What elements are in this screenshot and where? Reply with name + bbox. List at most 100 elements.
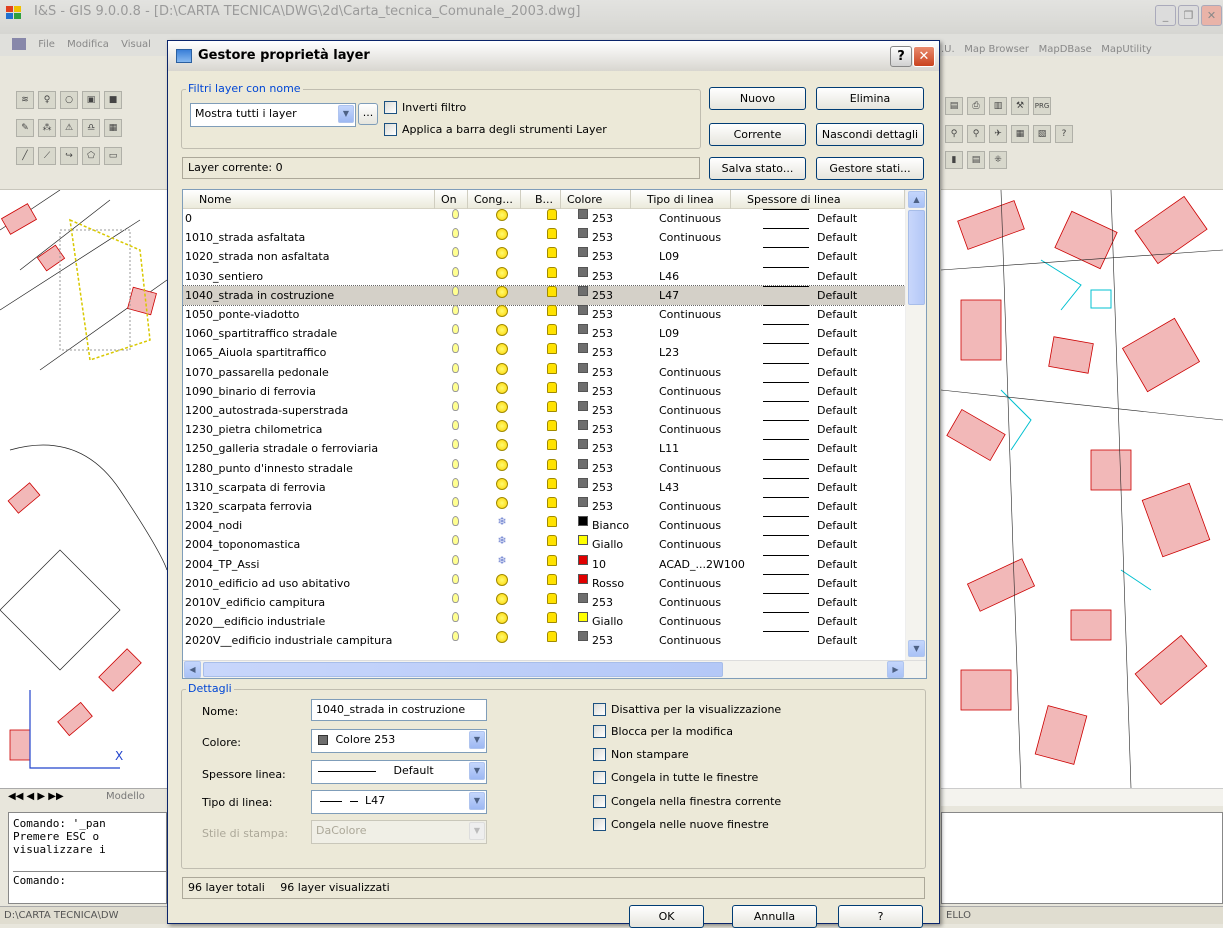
command-line-right[interactable] — [941, 812, 1223, 904]
layer-color[interactable]: 253 — [592, 459, 613, 478]
layer-lineweight[interactable]: Default — [817, 439, 857, 458]
layer-row[interactable]: 2004_toponomastica ❄ Giallo Continuous Defau… — [183, 535, 905, 554]
layer-row[interactable]: 1010_strada asfaltata 253 Continuous Defaul… — [183, 228, 905, 247]
chart-icon[interactable]: ▥ — [989, 97, 1007, 115]
layer-color[interactable]: 253 — [592, 209, 613, 228]
sun-thaw-icon[interactable] — [496, 247, 508, 260]
layer-lineweight[interactable]: Default — [817, 343, 857, 362]
set-current-button[interactable]: Corrente — [709, 123, 806, 146]
color-swatch-icon[interactable] — [578, 285, 588, 296]
layers-icon[interactable]: ≋ — [16, 91, 34, 109]
layer-row[interactable]: 1065_Aiuola spartitraffico 253 L23 Default — [183, 343, 905, 362]
bulb-on-icon[interactable] — [452, 401, 459, 411]
map-view-left[interactable]: X — [0, 190, 167, 788]
layer-linetype[interactable]: Continuous — [659, 228, 721, 247]
unlock-icon[interactable] — [547, 209, 557, 220]
bulb-icon[interactable]: ♀ — [38, 91, 56, 109]
delete-layer-button[interactable]: Elimina — [816, 87, 924, 110]
layer-row[interactable]: 1310_scarpata di ferrovia 253 L43 Default — [183, 477, 905, 497]
layer-row[interactable]: 1090_binario di ferrovia 253 Continuous Def… — [183, 381, 905, 401]
layer-linetype[interactable]: L47 — [659, 286, 679, 305]
layer-row[interactable]: 2004_nodi ❄ Bianco Continuous Default — [183, 516, 905, 535]
menu-maputility[interactable]: MapUtility — [1101, 44, 1152, 55]
layer-row[interactable]: 1280_punto d'innesto stradale 253 Continuo… — [183, 458, 905, 478]
sun-thaw-icon[interactable] — [496, 573, 508, 586]
table-icon[interactable]: ▤ — [967, 151, 985, 169]
unlock-icon[interactable] — [547, 497, 557, 508]
sun-thaw-icon[interactable] — [496, 631, 508, 644]
layer-linetype[interactable]: ACAD_...2W100 — [659, 555, 745, 574]
unlock-icon[interactable] — [547, 535, 557, 547]
layer-row[interactable]: 2010V_edificio campitura 253 Continuous Def… — [183, 593, 905, 612]
unlock-icon[interactable] — [547, 477, 557, 489]
layer-linetype[interactable]: Continuous — [659, 497, 721, 516]
color-swatch-icon[interactable] — [578, 554, 588, 565]
layer-row[interactable]: 2020__edificio industriale Giallo Continuo… — [183, 612, 905, 631]
layer-list-hscroll[interactable]: ◀ ▶ — [183, 660, 926, 678]
bulb-on-icon[interactable] — [452, 477, 459, 488]
cmd-prompt[interactable]: Comando: — [13, 871, 166, 887]
layer-linetype[interactable]: Continuous — [659, 305, 721, 324]
unlock-icon[interactable] — [547, 458, 557, 470]
col-linetype-header[interactable]: Tipo di linea — [631, 190, 731, 209]
save-state-button[interactable]: Salva stato... — [709, 157, 806, 180]
layer-linetype[interactable]: Continuous — [659, 516, 721, 535]
color-swatch-icon[interactable] — [578, 458, 588, 469]
invert-filter-checkbox[interactable] — [384, 101, 397, 114]
layer-row[interactable]: 1200_autostrada-superstrada 253 Continuous… — [183, 401, 905, 420]
unlock-icon[interactable] — [547, 285, 557, 297]
bulb-on-icon[interactable] — [452, 324, 459, 335]
layer-linetype[interactable]: L09 — [659, 324, 679, 343]
layer-linetype[interactable]: Continuous — [659, 459, 721, 478]
bulb-on-icon[interactable] — [452, 228, 459, 239]
zoom-icon[interactable]: ⚲ — [945, 125, 963, 143]
bulb-on-icon[interactable] — [452, 209, 459, 219]
chevron-down-icon[interactable]: ▼ — [469, 792, 485, 810]
layer-linetype[interactable]: Continuous — [659, 209, 721, 228]
layer-color[interactable]: 253 — [592, 305, 613, 324]
bulb-on-icon[interactable] — [452, 516, 459, 527]
layer-lineweight[interactable]: Default — [817, 305, 857, 324]
layer-lineweight[interactable]: Default — [817, 516, 857, 535]
layer-linetype[interactable]: L23 — [659, 343, 679, 362]
tab-nav-icon[interactable]: ◀◀ ◀ ▶ ▶▶ — [8, 791, 64, 802]
sun-thaw-icon[interactable] — [496, 209, 508, 221]
mirror-icon[interactable]: ⚠ — [60, 119, 78, 137]
layer-lineweight[interactable]: Default — [817, 267, 857, 286]
menu-map-browser[interactable]: Map Browser — [964, 44, 1029, 55]
line-icon[interactable]: ╱ — [16, 147, 34, 165]
map-hscroll[interactable] — [941, 788, 1223, 806]
help-icon[interactable]: ? — [1055, 125, 1073, 143]
unlock-icon[interactable] — [547, 439, 557, 451]
props-icon[interactable]: ▧ — [1033, 125, 1051, 143]
minimize-icon[interactable]: _ — [1155, 5, 1176, 26]
vscroll-thumb[interactable] — [908, 210, 925, 305]
detail-name-field[interactable]: 1040_strada in costruzione — [311, 699, 487, 721]
layer-color[interactable]: 253 — [592, 343, 613, 362]
color-swatch-icon[interactable] — [578, 497, 588, 507]
rectangle-icon[interactable]: ▭ — [104, 147, 122, 165]
unlock-icon[interactable] — [547, 573, 557, 585]
unlock-icon[interactable] — [547, 266, 557, 278]
layer-lineweight[interactable]: Default — [817, 497, 857, 516]
layer-lineweight[interactable]: Default — [817, 247, 857, 266]
col-name-header[interactable]: Nome — [183, 190, 435, 209]
detail-ltype-select[interactable]: L47 ▼ — [311, 790, 487, 814]
unlock-icon[interactable] — [547, 593, 557, 604]
offset-icon[interactable]: ♎ — [82, 119, 100, 137]
layer-row[interactable]: 2020V__edificio industriale campitura 253… — [183, 631, 905, 650]
chevron-down-icon[interactable]: ▼ — [469, 762, 485, 780]
layer-row[interactable]: 1050_ponte-viadotto 253 Continuous Default — [183, 305, 905, 324]
layer-linetype[interactable]: Continuous — [659, 363, 721, 382]
layer-row[interactable]: 1250_galleria stradale o ferroviaria 253 L… — [183, 439, 905, 458]
layer-color[interactable]: 253 — [592, 382, 613, 401]
snowflake-icon[interactable]: ❄ — [496, 554, 508, 567]
color-swatch-icon[interactable] — [578, 439, 588, 450]
layer-lineweight[interactable]: Default — [817, 593, 857, 612]
menu-mapdbase[interactable]: MapDBase — [1039, 44, 1092, 55]
layer-linetype[interactable]: Continuous — [659, 574, 721, 593]
chevron-down-icon[interactable]: ▼ — [469, 731, 485, 749]
sun-icon[interactable]: ○ — [60, 91, 78, 109]
bulb-on-icon[interactable] — [452, 381, 459, 392]
unlock-icon[interactable] — [547, 516, 557, 528]
